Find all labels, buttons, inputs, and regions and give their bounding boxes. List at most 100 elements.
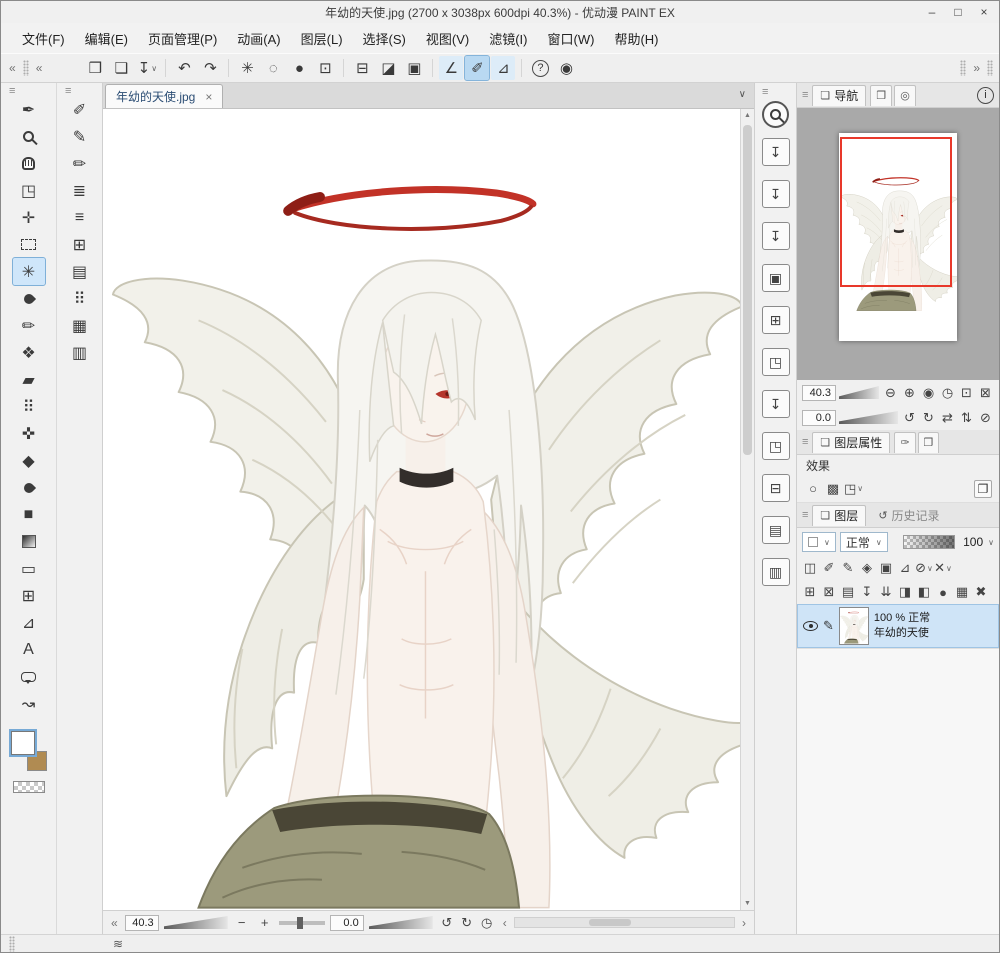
lock-layer-button[interactable]: ◈ [858,559,876,577]
layer-list-empty-area[interactable] [797,648,999,934]
menu-item[interactable]: 视图(V) [417,25,478,52]
redo-history-button[interactable]: ↻ [458,914,476,932]
merge-with-lower-layer-button[interactable]: ⇊ [877,583,895,601]
menu-item[interactable]: 帮助(H) [605,25,667,52]
apply-mask-button[interactable]: ◧ [915,583,933,601]
reset-view-button[interactable]: ◷ [478,914,496,932]
subview-tab[interactable]: ❐ [870,84,893,106]
menu-item[interactable]: 选择(S) [354,25,415,52]
fill-tool[interactable]: ■ [13,501,45,528]
open-file-button[interactable]: ❏ [109,56,133,80]
snap-to-ruler-button[interactable]: ∠ [439,56,464,80]
nav-zoom-value[interactable]: 40.3 [802,384,836,401]
nav-zoom-in-button[interactable]: ⊕ [901,384,918,402]
tab-layer-properties[interactable]: ❏ 图层属性 [812,431,891,453]
collapse-right-button[interactable]: » [971,61,982,75]
ruler-tool[interactable]: ⊿ [13,609,45,636]
collapse-tools-button[interactable]: « [34,61,45,75]
main-color-swatch[interactable] [8,729,37,757]
snap-to-grid-button[interactable]: ⊿ [491,56,516,80]
collapsed-palette-9-button[interactable]: ⊟ [761,474,790,502]
subtool-pencil[interactable]: ✏ [64,150,96,177]
layer-properties-grip[interactable]: ≡ [802,437,808,448]
menu-item[interactable]: 窗口(W) [539,25,604,52]
zoom-track-slider[interactable] [278,916,325,929]
hscroll-right-button[interactable]: › [740,916,748,930]
collapsed-palette-11-button[interactable]: ▥ [761,558,790,586]
subtool-film[interactable]: ▥ [64,339,96,366]
dropdown-arrow[interactable]: ∨ [946,564,952,573]
menu-item[interactable]: 图层(L) [292,25,352,52]
document-tab[interactable]: 年幼的天使.jpg × [105,84,224,108]
horizontal-scrollbar[interactable] [513,917,735,928]
tab-close-button[interactable]: × [205,90,212,104]
operate-tool[interactable]: ◳ [13,177,45,204]
enable-mask-button[interactable]: ⊿ [896,559,914,577]
brush-detail-tab[interactable]: ❐ [917,431,940,453]
menu-item[interactable]: 页面管理(P) [139,25,226,52]
mask-indicator-button[interactable]: ● [934,583,952,601]
subtool-pen-1[interactable]: ✐ [64,96,96,123]
reset-rotation-button[interactable]: ⊘ [977,409,994,427]
item-bank-tab[interactable]: ◎ [894,84,916,106]
menu-item[interactable]: 编辑(E) [76,25,137,52]
eyedropper-tool[interactable] [13,285,45,312]
auto-select-tool[interactable]: ✳ [11,257,46,286]
layer-visibility-icon[interactable] [803,621,818,631]
navigator-view-rect[interactable] [840,137,952,287]
new-raster-layer-button[interactable]: ⊞ [801,583,819,601]
reference-layer-button[interactable]: ✐ [820,559,838,577]
subtool-rows[interactable]: ▤ [64,258,96,285]
subtool-lines[interactable]: ≡ [64,204,96,231]
minimize-button[interactable]: – [919,1,945,23]
navigator-grip[interactable]: ≡ [802,90,808,101]
tab-history[interactable]: ↺ 历史记录 [870,505,947,526]
collapsed-palette-3-button[interactable]: ↧ [761,222,790,250]
footer-collapse-button[interactable]: « [109,916,120,930]
crop-canvas-button[interactable]: ⊡ [313,56,337,80]
dock-grip[interactable] [960,60,967,76]
dropdown-arrow[interactable]: ∨ [927,564,933,573]
subtool-pen-2[interactable]: ✎ [64,123,96,150]
rotate-right-button[interactable]: ↻ [920,409,937,427]
opacity-value[interactable]: 100 [959,535,983,549]
help-button[interactable]: ? [528,56,552,80]
quick-mask-button[interactable]: ◪ [376,56,400,80]
scroll-up-button[interactable]: ▲ [741,112,754,119]
selection-tool[interactable] [13,231,45,258]
opacity-slider[interactable] [903,535,956,549]
tool-palette-grip[interactable]: ≡ [9,86,15,97]
new-layer-folder-button[interactable]: ▤ [839,583,857,601]
new-vector-layer-button[interactable]: ⊠ [820,583,838,601]
line-correction-tool[interactable]: ↝ [13,690,45,717]
invert-selection-button[interactable]: ● [287,56,311,80]
menu-item[interactable]: 动画(A) [228,25,289,52]
ruler-range-button[interactable]: ⊘ ∨ [915,559,933,577]
rotation-value[interactable]: 0.0 [329,914,364,931]
collapse-left-button[interactable]: « [7,61,18,75]
draft-layer-button[interactable]: ✎ [839,559,857,577]
hand-tool[interactable] [13,150,45,177]
nav-actual-size-button[interactable]: ◉ [920,384,937,402]
pen-tool[interactable]: ✏ [13,312,45,339]
balloon-tool[interactable] [13,663,45,690]
nav-fit-screen-button[interactable]: ◷ [939,384,956,402]
collapsed-palette-10-button[interactable]: ▤ [761,516,790,544]
rotation-slider[interactable] [368,916,433,929]
eraser-tool[interactable]: ▰ [13,366,45,393]
command-bar-grip[interactable] [22,60,29,76]
tab-list-dropdown[interactable]: ∨ [739,89,746,100]
collapsed-palette-5-button[interactable]: ⊞ [761,306,790,334]
menu-item[interactable]: 文件(F) [13,25,74,52]
layers-grip[interactable]: ≡ [802,510,808,521]
redo-button[interactable]: ↷ [198,56,222,80]
undo-history-button[interactable]: ↺ [438,914,456,932]
brush-tool[interactable]: ✒ [13,96,45,123]
rotate-left-button[interactable]: ↺ [901,409,918,427]
flip-vertical-button[interactable]: ⇅ [958,409,975,427]
navigator-thumbnail[interactable] [839,133,957,341]
frame-border-tool[interactable]: ⊞ [13,582,45,609]
transfer-to-lower-layer-button[interactable]: ↧ [858,583,876,601]
dock-palette-grip[interactable]: ≡ [762,87,768,98]
menu-item[interactable]: 滤镜(I) [480,25,536,52]
